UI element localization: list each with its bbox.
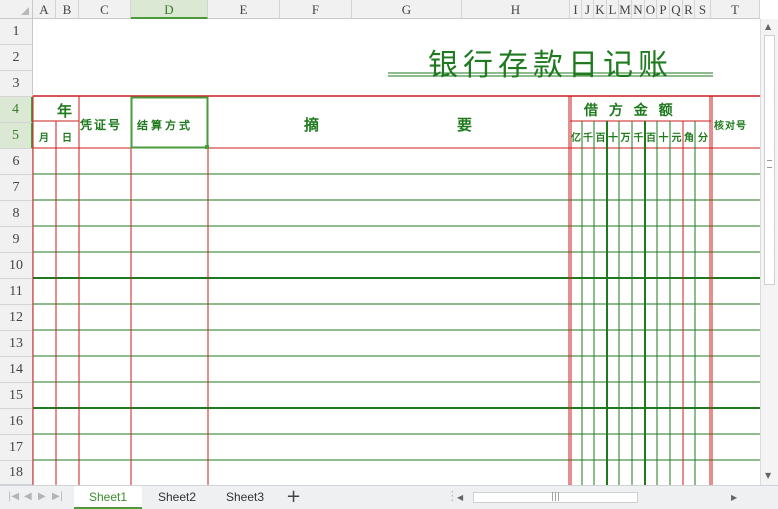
spreadsheet-window: A B C D E F G H I J K L M N O P Q R S T … — [0, 0, 778, 509]
digit-label-yuan: 元 — [671, 133, 682, 144]
first-sheet-icon[interactable]: |◀ — [8, 491, 19, 502]
debit-amount-label: 借 方 金 额 — [584, 103, 676, 119]
voucher-label: 凭证号 — [80, 118, 123, 132]
last-sheet-icon[interactable]: ▶| — [52, 491, 63, 502]
digit-label-qian-2: 千 — [633, 133, 644, 144]
tab-sheet3[interactable]: Sheet3 — [212, 486, 278, 509]
scroll-right-icon[interactable]: ▶ — [731, 493, 737, 503]
digit-label-shi-2: 十 — [658, 133, 669, 144]
plus-icon[interactable]: + — [286, 486, 301, 509]
vertical-scrollbar[interactable]: ▲ ▼ — [760, 19, 778, 485]
digit-label-wan: 万 — [620, 133, 631, 144]
scroll-down-icon[interactable]: ▼ — [765, 471, 771, 481]
next-sheet-icon[interactable]: ▶ — [38, 491, 46, 502]
digit-label-yi: 亿 — [571, 133, 581, 144]
horizontal-scroll-thumb[interactable]: ||| — [473, 492, 638, 503]
day-label: 日 — [62, 133, 72, 144]
summary-label-right: 要 — [457, 116, 473, 134]
digit-label-qian: 千 — [583, 133, 593, 144]
horizontal-scrollbar[interactable]: ◀ ||| ▶ — [455, 490, 745, 505]
sheet-tab-bar: |◀ ◀ ▶ ▶| Sheet1 Sheet2 Sheet3 + ⋮ ◀ |||… — [0, 485, 778, 509]
year-label: 年 — [57, 102, 73, 120]
digit-label-fen: 分 — [698, 133, 708, 144]
month-label: 月 — [39, 133, 49, 144]
tab-sheet2[interactable]: Sheet2 — [144, 486, 210, 509]
check-label: 核对号 — [714, 121, 747, 132]
grip-icon — [767, 160, 772, 168]
scroll-left-icon[interactable]: ◀ — [457, 493, 463, 503]
tab-sheet1[interactable]: Sheet1 — [74, 486, 142, 509]
digit-label-jiao: 角 — [684, 133, 694, 144]
digit-label-bai: 百 — [595, 133, 606, 144]
ledger-title: 银行存款日记账 — [428, 48, 673, 83]
digit-label-shi: 十 — [608, 133, 618, 144]
settlement-label: 结算方式 — [137, 119, 193, 132]
fill-handle[interactable] — [205, 145, 209, 149]
digit-label-bai-2: 百 — [646, 133, 656, 144]
scroll-up-icon[interactable]: ▲ — [765, 22, 771, 32]
vertical-scroll-thumb[interactable] — [764, 35, 775, 285]
summary-label-left: 摘 — [304, 116, 320, 134]
prev-sheet-icon[interactable]: ◀ — [24, 491, 32, 502]
